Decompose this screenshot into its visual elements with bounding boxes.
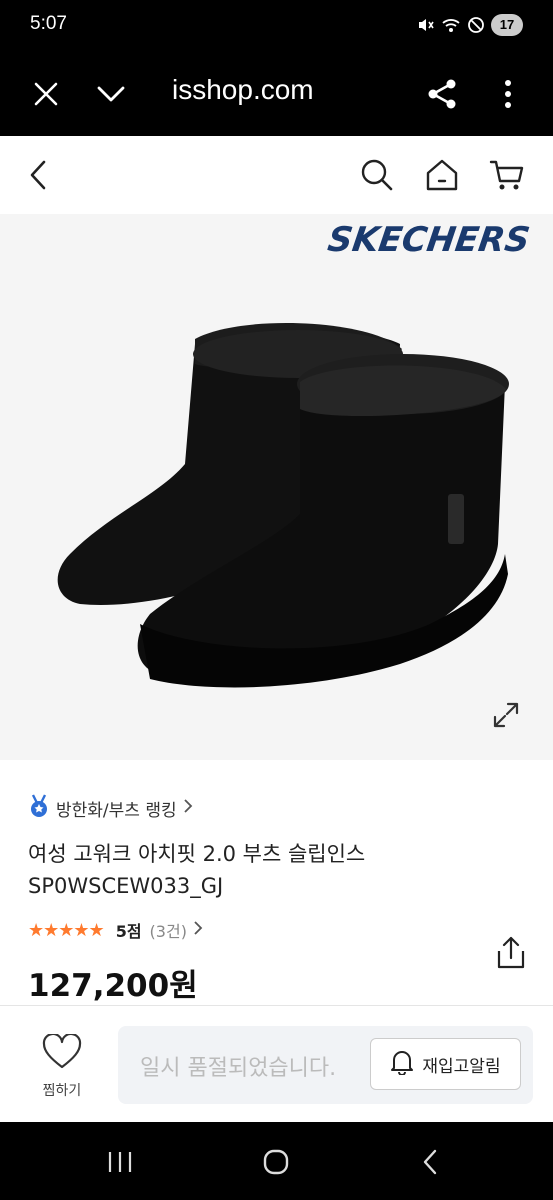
system-nav-bar [0,1122,553,1200]
recent-apps-icon[interactable] [100,1146,140,1178]
chevron-right-icon [183,798,193,819]
chevron-down-icon[interactable] [89,72,133,116]
product-info: 방한화/부츠 랭킹 여성 고워크 아치핏 2.0 부츠 슬립인스 SP0WSCE… [0,760,553,1005]
share-icon[interactable] [420,72,464,116]
chevron-right-icon [193,920,203,940]
search-icon[interactable] [355,153,399,197]
browser-toolbar: isshop.com [0,52,553,136]
dnd-icon [467,16,485,34]
star-rating: ★★★★★ [28,919,105,941]
wifi-icon [441,16,461,34]
boots-illustration [57,322,509,688]
product-title: 여성 고워크 아치핏 2.0 부츠 슬립인스 SP0WSCEW033_GJ [28,842,366,898]
status-bar: 5:07 17 [0,0,553,52]
heart-icon [42,1032,82,1074]
cart-icon[interactable] [485,153,529,197]
rating-row[interactable]: ★★★★★ 5점 (3건) [28,918,203,942]
expand-icon[interactable] [491,700,521,730]
status-icons: 17 [417,14,523,36]
back-icon[interactable] [16,153,60,197]
home-circle-icon[interactable] [256,1146,296,1178]
battery-indicator: 17 [491,14,523,36]
price: 127,200원 [28,968,198,1004]
status-time: 5:07 [30,13,67,34]
ranking-link[interactable]: 방한화/부츠 랭킹 [28,794,193,823]
nav-back-icon[interactable] [410,1146,450,1178]
wish-button[interactable]: 찜하기 [22,1028,102,1108]
product-image[interactable]: SKECHERS [0,214,553,760]
soldout-text: 일시 품절되었습니다. [140,1056,337,1081]
share-upload-icon[interactable] [495,935,527,975]
more-vertical-icon[interactable] [486,72,530,116]
ranking-label: 방한화/부츠 랭킹 [56,801,177,821]
url-text[interactable]: isshop.com [172,74,314,106]
medal-icon [28,794,50,823]
soldout-panel: 일시 품절되었습니다. 재입고알림 [118,1026,533,1104]
app-header [0,136,553,214]
review-count: (3건) [149,922,187,941]
restock-alert-button[interactable]: 재입고알림 [370,1038,521,1090]
wish-label: 찜하기 [42,1083,82,1099]
mute-icon [417,16,435,34]
rating-score: 5점 [115,922,142,941]
bottom-action-bar: 찜하기 일시 품절되었습니다. 재입고알림 [0,1005,553,1122]
restock-label: 재입고알림 [422,1056,501,1077]
home-icon[interactable] [420,153,464,197]
bell-icon [390,1049,414,1080]
close-icon[interactable] [24,72,68,116]
